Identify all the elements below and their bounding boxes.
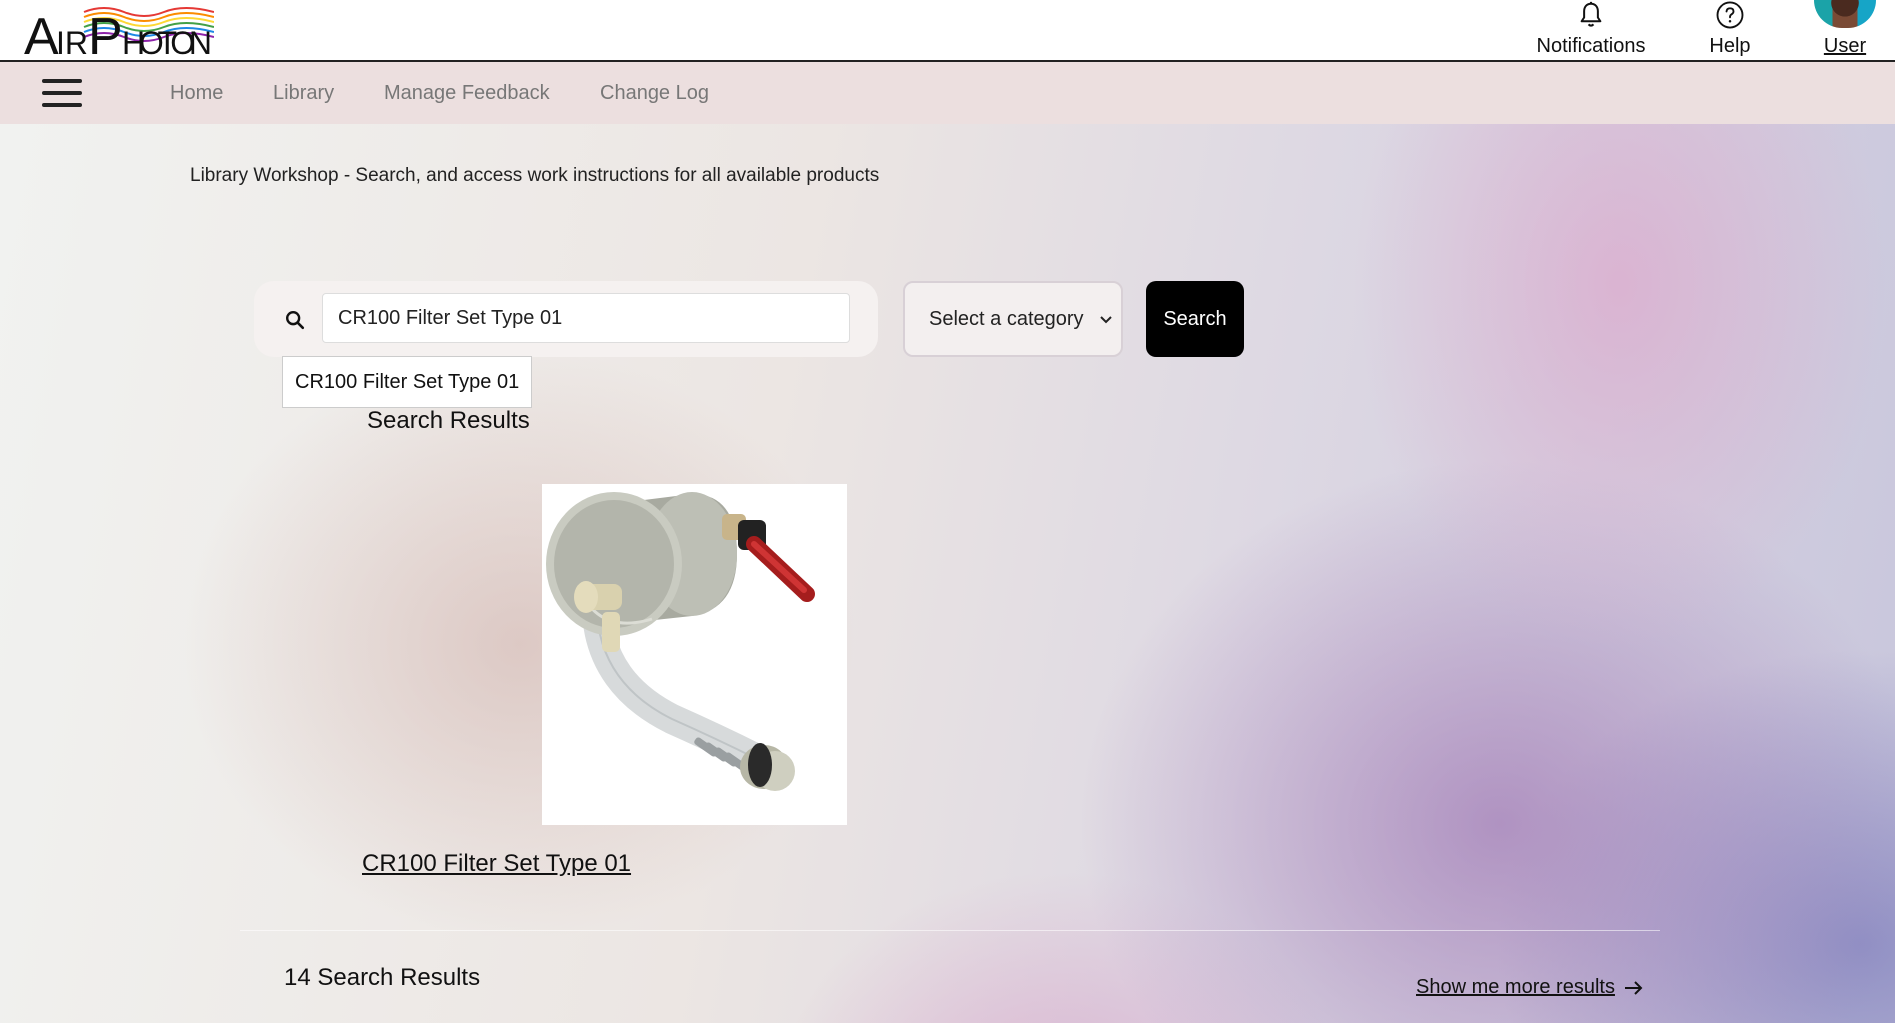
results-divider [240,930,1660,931]
search-icon [286,311,305,330]
main-nav: Home Library Manage Feedback Change Log [0,62,1895,124]
hamburger-menu-icon[interactable] [42,79,82,107]
help-label: Help [1709,35,1751,57]
result-title-link[interactable]: CR100 Filter Set Type 01 [362,850,631,878]
notifications-button[interactable]: Notifications [1528,0,1654,60]
results-heading: Search Results [367,407,530,434]
search-bar [254,281,878,357]
nav-library[interactable]: Library [273,82,334,105]
page-tagline: Library Workshop - Search, and access wo… [190,165,880,186]
search-button[interactable]: Search [1146,281,1244,357]
bell-icon [1580,1,1602,27]
nav-manage-feedback[interactable]: Manage Feedback [384,82,550,105]
top-header: A IR P HOTON Notifications Help User [0,0,1895,62]
help-button[interactable]: Help [1700,0,1760,60]
category-select-label: Select a category [929,307,1084,330]
nav-home[interactable]: Home [170,82,223,105]
filter-set-image [542,484,847,825]
search-suggestion[interactable]: CR100 Filter Set Type 01 [282,356,533,408]
chevron-down-icon [1100,316,1112,324]
results-count: 14 Search Results [284,964,481,991]
user-label: User [1823,35,1867,57]
search-input[interactable] [322,293,850,343]
result-thumbnail[interactable] [542,484,847,825]
show-more-label: Show me more results [1416,976,1615,998]
svg-text:HOTON: HOTON [122,25,212,58]
result-card[interactable]: CR100 Filter Set Type 01 [360,484,860,1004]
library-main: Library Workshop - Search, and access wo… [0,124,1895,1023]
svg-text:P: P [88,8,123,58]
arrow-right-icon [1624,980,1643,995]
logo-graphic: A IR P HOTON [24,7,214,58]
help-icon [1716,1,1744,29]
show-more-results-link[interactable]: Show me more results [1416,976,1645,999]
notifications-label: Notifications [1536,35,1646,57]
airphoton-logo[interactable]: A IR P HOTON [24,2,214,58]
avatar [1814,0,1876,28]
svg-text:A: A [24,8,59,58]
user-menu[interactable]: User [1806,0,1884,60]
svg-text:IR: IR [56,25,88,58]
nav-change-log[interactable]: Change Log [600,82,709,105]
category-select[interactable]: Select a category [903,281,1123,357]
